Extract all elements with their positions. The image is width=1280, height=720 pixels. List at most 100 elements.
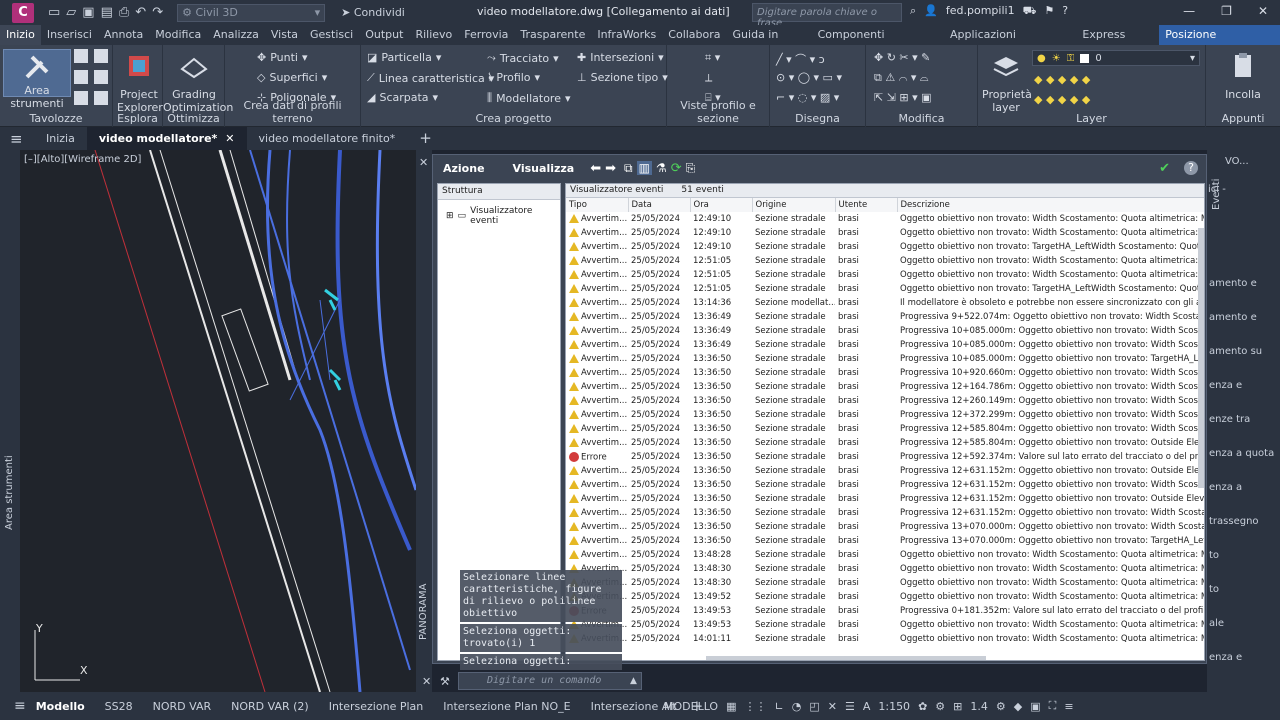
share-button[interactable]: ➤ Condividi [341,6,405,19]
punti-button[interactable]: ✥ Punti ▾ [257,51,308,64]
right-panel-item[interactable]: amento su [1209,346,1262,357]
right-panel-item[interactable]: enze tra [1209,414,1250,425]
right-panel-item[interactable]: enza a [1209,482,1242,493]
tree-node-visualizzatore[interactable]: ⊞ ▭ Visualizzatore eventi [446,206,560,226]
app-logo[interactable]: C [12,2,34,23]
table-row[interactable]: Avvertim... 25/05/2024 13:36:50 Sezione str… [566,478,1204,492]
horizontal-scrollbar[interactable] [706,656,986,660]
save-as-icon[interactable]: ▤ [101,5,113,20]
close-icon[interactable]: ✕ [422,675,431,688]
table-row[interactable]: Avvertim... 25/05/2024 13:36:50 Sezione str… [566,436,1204,450]
group-title-modifica[interactable]: Modifica [866,112,977,125]
copy-icon[interactable]: ⧉ [624,161,633,176]
panorama-side-strip[interactable]: ✕ PANORAMA [416,150,432,692]
move-icon[interactable]: ✥ ↻ ✂ ▾ ✎ [874,51,930,64]
close-icon[interactable]: ✕ [1258,4,1268,18]
superfici-button[interactable]: ◇ Superfici ▾ [257,71,327,84]
open-file-icon[interactable]: ▱ [66,5,76,20]
right-panel-item[interactable]: to [1209,550,1219,561]
annotation-scale[interactable]: 1:150 [878,700,910,713]
drawing-viewport[interactable]: [–][Alto][Wireframe 2D] Y X [20,150,416,692]
grid-icon[interactable] [74,49,88,63]
redo-icon[interactable]: ↷ [152,5,163,20]
table-row[interactable]: Avvertim... 25/05/2024 13:36:50 Sezione str… [566,352,1204,366]
table-row[interactable]: Avvertim... 25/05/2024 13:36:50 Sezione str… [566,492,1204,506]
profilo-button[interactable]: ⌇ Profilo ▾ [487,71,540,84]
table-row[interactable]: Errore25/05/202413:49:53Sezione stradale… [566,604,1204,618]
share-icon[interactable]: ⚑ [1044,4,1054,19]
table-row[interactable]: Avvertim... 25/05/2024 13:36:50 Sezione str… [566,380,1204,394]
right-panel-item[interactable]: ici - [1208,184,1226,195]
table-row[interactable]: Avvertim... 25/05/2024 13:36:50 Sezione str… [566,408,1204,422]
stretch-icon[interactable]: ⇱ ⇲ ⊞ ▾ ▣ [874,91,932,104]
layout-tab[interactable]: Modello [26,700,95,713]
particella-button[interactable]: ◪ Particella ▾ [367,51,441,64]
help-icon[interactable]: ? [1062,4,1068,19]
group-title-crea-progetto[interactable]: Crea progetto [361,112,666,125]
incolla-button[interactable]: Incolla [1214,51,1272,101]
menu-icon[interactable]: ≡ [14,698,26,714]
ribbon-tab[interactable]: Annota [98,25,149,45]
ribbon-tab[interactable]: Applicazioni disponibili [944,25,1076,61]
table-row[interactable]: Avvertim... 25/05/2024 13:36:50 Sezione str… [566,394,1204,408]
table-row[interactable]: Avvertim... 25/05/2024 13:36:50 Sezione str… [566,464,1204,478]
workspace-select[interactable]: ⚙ Civil 3D ▾ [177,3,326,22]
menu-icon[interactable]: ≡ [10,130,34,148]
table-icon[interactable] [74,91,88,105]
intersezioni-button[interactable]: ✚ Intersezioni ▾ [577,51,664,64]
forward-arrow-icon[interactable]: ➡ [605,161,616,176]
column-header[interactable]: Ora [690,198,753,212]
layout-tab[interactable]: Intersezione Plan NO_E [433,700,580,713]
tab-video-modellatore-finito[interactable]: video modellatore finito* [247,127,408,150]
ribbon-tab[interactable]: Collabora [662,25,726,45]
table-row[interactable]: Avvertim... 25/05/2024 13:36:50 Sezione str… [566,366,1204,380]
grading-optimization-button[interactable]: Grading Optimization [163,51,233,114]
table-row[interactable]: Avvertim... 25/05/2024 13:36:49 Sezione str… [566,338,1204,352]
ribbon-tab[interactable]: Trasparente [514,25,591,45]
table-row[interactable]: Avvertim... 25/05/2024 12:49:10 Sezione str… [566,240,1204,254]
tool-palette-strip[interactable]: Area strumenti [0,150,20,692]
ribbon-tab[interactable]: Express Tools [1076,25,1159,61]
undo-icon[interactable]: ↶ [135,5,146,20]
units-icon[interactable]: ⊞ [953,700,962,713]
right-panel-item[interactable]: enza e [1209,652,1242,663]
vertical-scrollbar[interactable] [1198,228,1204,488]
ribbon-tab[interactable]: Ferrovia [458,25,514,45]
section-line-icon[interactable]: ⟂ [705,71,712,85]
group-title-crea-dati[interactable]: Crea dati di profili terreno [225,99,360,125]
annotation-icon[interactable]: A [863,700,871,713]
ribbon-tab[interactable]: Rilievo [409,25,458,45]
ribbon-tab[interactable]: Inserisci [41,25,98,45]
layer-tools-row-2[interactable]: ◆ ◆ ◆ ◆ ◆ [1034,93,1090,106]
cart-icon[interactable]: ⛟ [1023,4,1037,19]
right-panel-item[interactable]: ale [1209,618,1224,629]
right-panel-item[interactable]: amento e [1209,278,1257,289]
drawing-canvas[interactable] [20,150,416,692]
viewport-label[interactable]: [–][Alto][Wireframe 2D] [24,154,141,165]
osnap-icon[interactable]: ◰ [809,700,819,713]
save-icon[interactable]: ▣ [82,5,94,20]
column-header[interactable]: Data [628,198,691,212]
print-icon[interactable]: ⎙ [119,5,129,20]
restore-icon[interactable]: ❐ [1221,4,1232,18]
otrack-icon[interactable]: ✕ [828,700,837,713]
check-icon[interactable]: ✔ [1159,161,1170,176]
line-icon[interactable]: ╱ ▾ ⌒ ▾ ↄ [776,51,825,67]
expand-icon[interactable]: ⊞ [446,211,454,221]
view-icon[interactable]: ▥ [636,161,652,175]
table-row[interactable]: Avvertim... 25/05/2024 12:51:05 Sezione str… [566,268,1204,282]
table-row[interactable]: Avvertim... 25/05/2024 12:51:05 Sezione str… [566,282,1204,296]
settings-icon[interactable] [93,49,108,63]
table-row[interactable]: Avvertim... 25/05/2024 13:36:50 Sezione str… [566,422,1204,436]
table-row[interactable]: Avvertim... 25/05/2024 13:14:36 Sezione mod… [566,296,1204,310]
wrench-icon[interactable]: ⚒ [440,675,450,688]
help-icon[interactable]: ? [1184,161,1198,175]
hardware-icon[interactable]: ▣ [1030,700,1040,713]
linea-caratteristica-button[interactable]: ⟋ Linea caratteristica ▾ [367,71,494,85]
table-row[interactable]: Avvertim...25/05/202413:49:53Sezione str… [566,618,1204,632]
tracciato-button[interactable]: ⤳ Tracciato ▾ [487,51,559,65]
properties-icon[interactable] [93,91,108,105]
close-icon[interactable]: ✕ [419,156,428,169]
snap-icon[interactable]: ⋮⋮ [745,700,767,713]
ribbon-tab[interactable]: Gestisci [304,25,359,45]
